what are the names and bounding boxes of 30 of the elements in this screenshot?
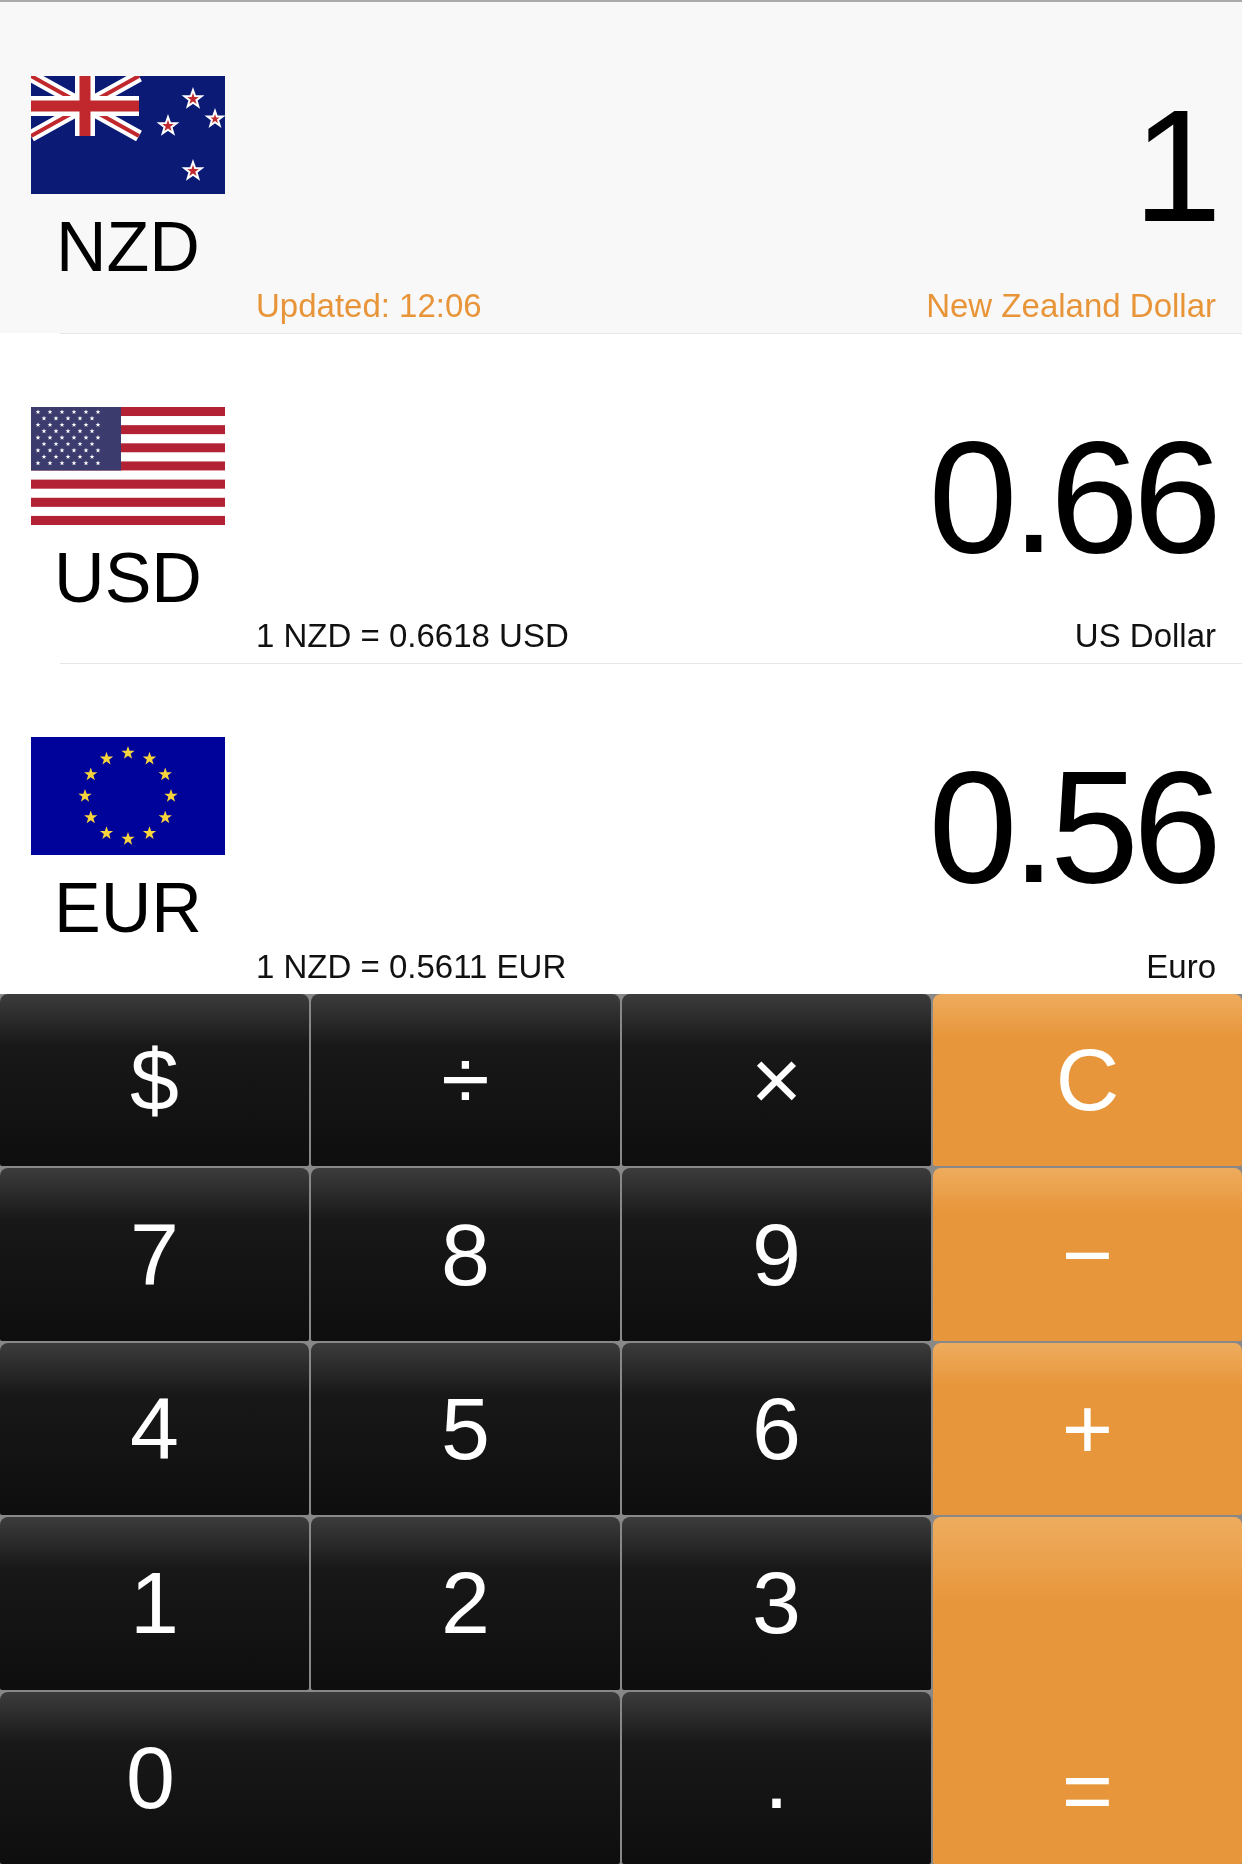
flag-icon [31, 737, 225, 856]
keypad-key[interactable]: 6 [622, 1342, 931, 1516]
keypad-key[interactable]: 5 [311, 1342, 620, 1516]
amount-value: 0.66 [928, 416, 1216, 577]
keypad-key[interactable]: $ [0, 994, 309, 1167]
keypad-key[interactable]: 0 [0, 1691, 620, 1864]
currency-code: EUR [53, 873, 203, 944]
currency-code: USD [53, 542, 203, 613]
flag-icon [31, 406, 225, 525]
rate-text: 1 NZD = 0.5611 EUR [256, 948, 567, 986]
currency-code: NZD [55, 212, 201, 282]
keypad-key[interactable]: 7 [0, 1168, 309, 1341]
rate-text: Updated: 12:06 [256, 286, 482, 325]
currency-row[interactable]: NZD 1 Updated: 12:06 New Zealand Dollar [0, 2, 1242, 333]
keypad-key[interactable]: 8 [311, 1168, 620, 1341]
keypad-key[interactable]: . [622, 1691, 931, 1864]
keypad-key[interactable]: ÷ [311, 994, 620, 1167]
amount-value: 0.56 [928, 747, 1216, 908]
keypad-key[interactable]: 9 [622, 1168, 931, 1341]
keypad-key[interactable]: 1 [0, 1517, 309, 1690]
currency-name: Euro [1146, 948, 1216, 986]
flag-icon [31, 76, 225, 194]
keypad-key[interactable]: 3 [622, 1517, 931, 1690]
keypad-key[interactable]: 4 [0, 1342, 309, 1516]
amount-value: 1 [1133, 86, 1216, 246]
rate-text: 1 NZD = 0.6618 USD [256, 617, 569, 656]
currency-name: New Zealand Dollar [926, 286, 1216, 325]
keypad-key[interactable]: × [622, 994, 931, 1167]
keypad-key[interactable]: 2 [311, 1517, 620, 1690]
currency-name: US Dollar [1074, 617, 1216, 656]
